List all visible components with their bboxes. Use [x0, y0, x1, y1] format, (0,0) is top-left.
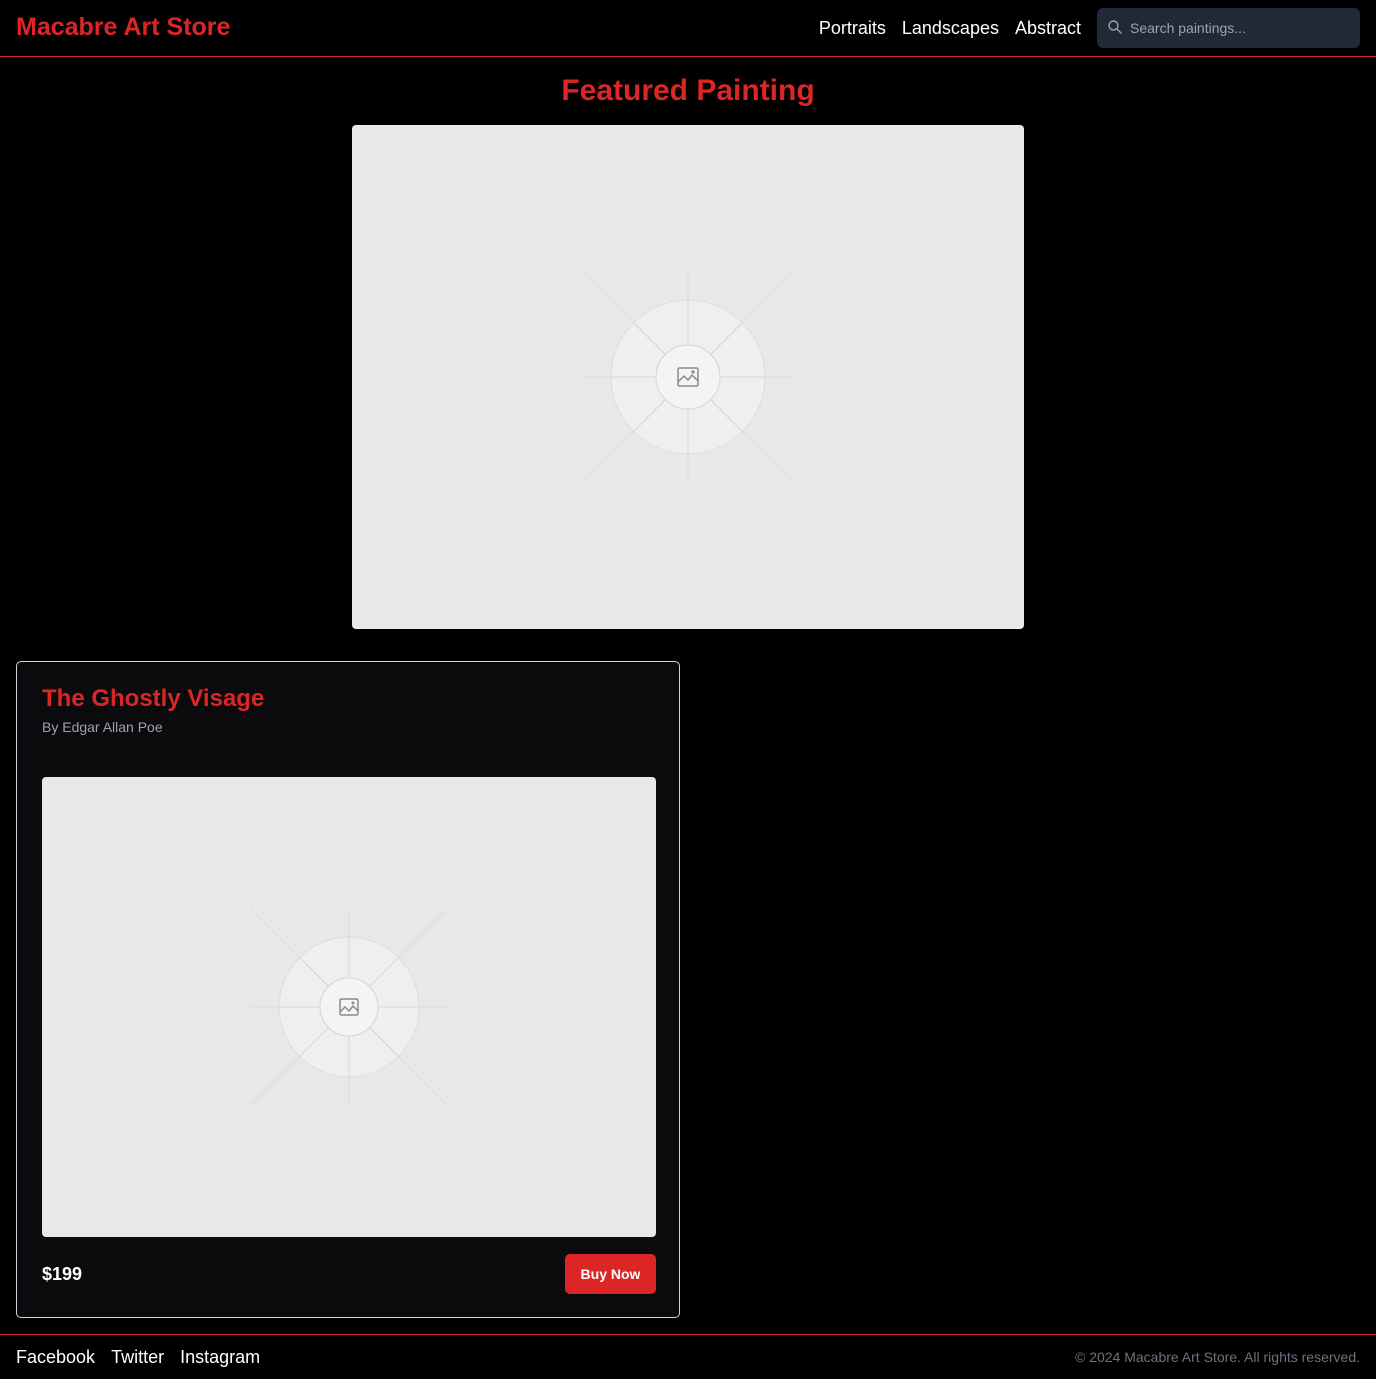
- site-footer: Facebook Twitter Instagram © 2024 Macabr…: [0, 1334, 1376, 1379]
- search-box: [1097, 8, 1360, 48]
- brand-logo[interactable]: Macabre Art Store: [16, 12, 230, 42]
- social-links: Facebook Twitter Instagram: [16, 1346, 260, 1368]
- nav-link-portraits[interactable]: Portraits: [819, 16, 886, 40]
- social-link-instagram[interactable]: Instagram: [180, 1346, 260, 1368]
- featured-title: Featured Painting: [561, 74, 815, 107]
- search-icon: [1108, 20, 1122, 34]
- copyright-text: © 2024 Macabre Art Store. All rights res…: [1074, 1349, 1360, 1365]
- site-header: Macabre Art Store Portraits Landscapes A…: [0, 0, 1376, 57]
- search-input[interactable]: [1130, 8, 1354, 48]
- painting-price: $199: [42, 1264, 83, 1284]
- nav-link-landscapes[interactable]: Landscapes: [902, 16, 999, 40]
- nav-link-abstract[interactable]: Abstract: [1015, 16, 1081, 40]
- image-placeholder-icon: [251, 909, 447, 1105]
- main-nav: Portraits Landscapes Abstract: [819, 16, 1081, 40]
- product-card: The Ghostly Visage By Edgar Allan Poe $1…: [16, 661, 680, 1318]
- social-link-facebook[interactable]: Facebook: [16, 1346, 95, 1368]
- social-link-twitter[interactable]: Twitter: [111, 1346, 164, 1368]
- buy-now-button[interactable]: Buy Now: [565, 1254, 656, 1294]
- painting-title[interactable]: The Ghostly Visage: [42, 684, 264, 714]
- painting-image[interactable]: [42, 777, 656, 1237]
- featured-painting-image[interactable]: [352, 125, 1024, 629]
- painting-artist: By Edgar Allan Poe: [42, 719, 163, 735]
- image-placeholder-icon: [583, 272, 793, 482]
